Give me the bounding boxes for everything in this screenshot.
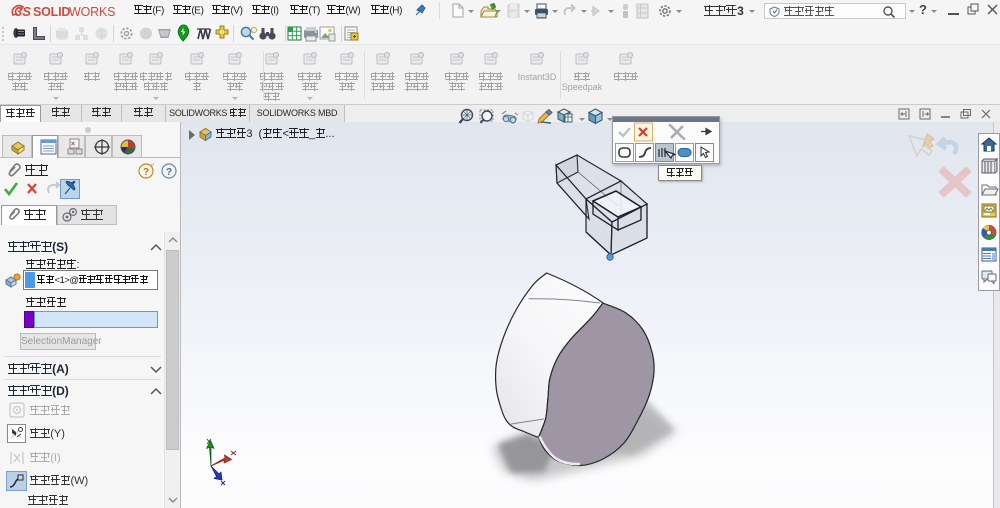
svg-text:3S: 3S bbox=[15, 4, 31, 19]
svg-text:WORKS: WORKS bbox=[69, 5, 115, 19]
svg-text:?: ? bbox=[143, 167, 149, 178]
svg-text:?: ? bbox=[166, 167, 172, 178]
svg-text:SOLID: SOLID bbox=[33, 5, 70, 19]
